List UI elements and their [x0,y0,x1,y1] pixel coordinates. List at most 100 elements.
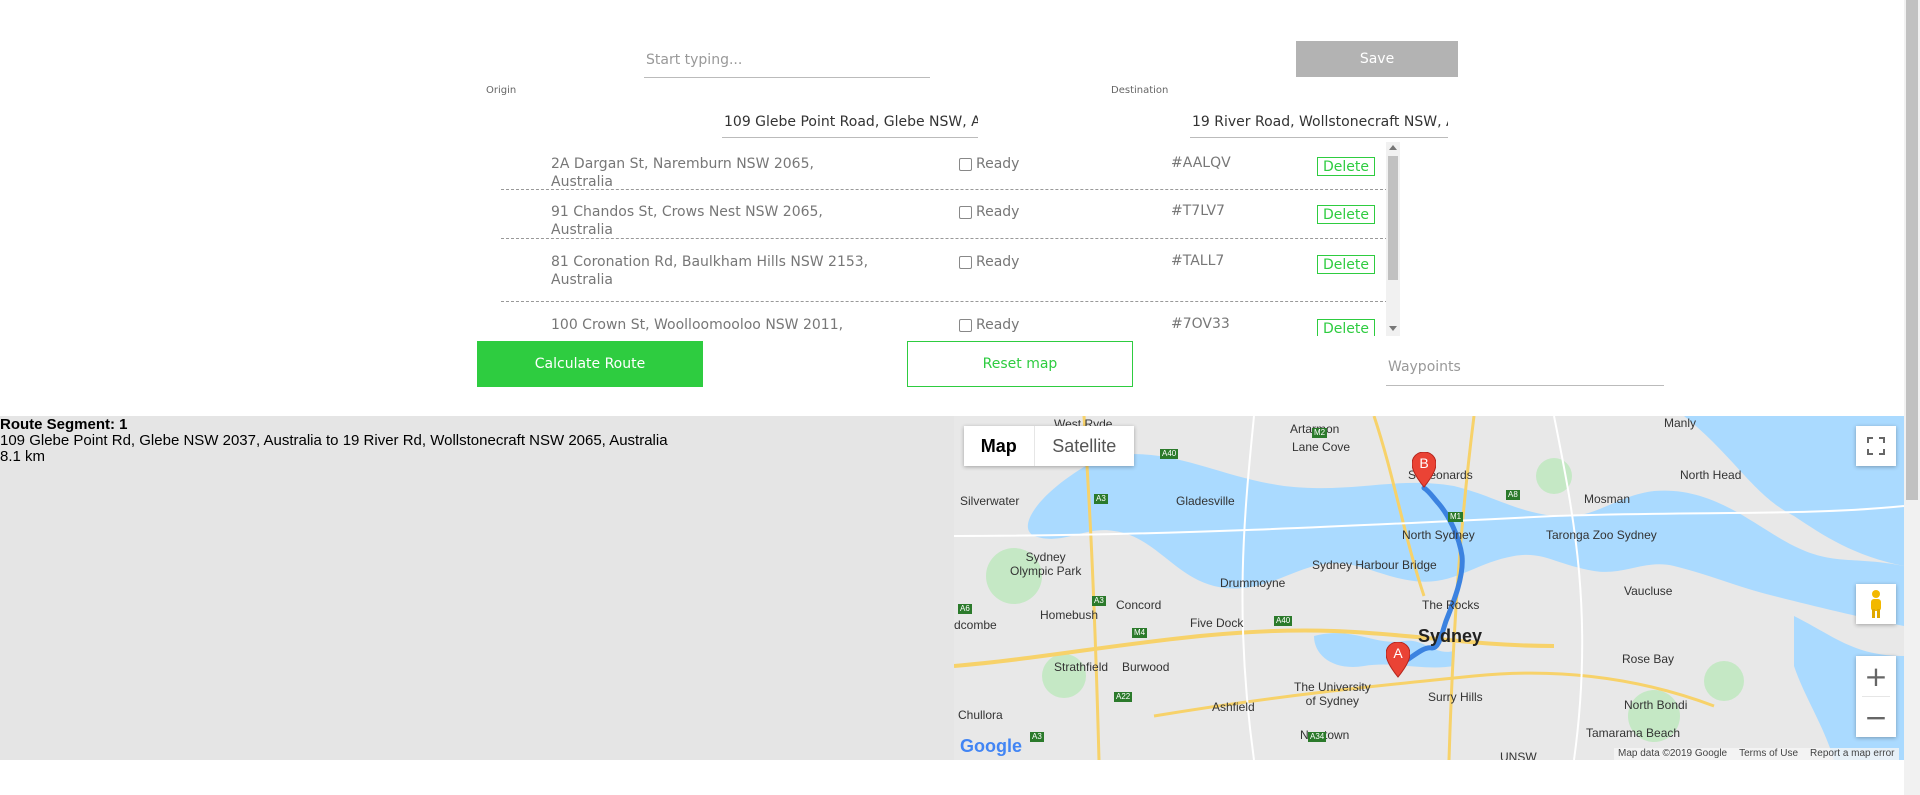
route-segment-title: Route Segment: 1 [0,416,128,433]
terms-link[interactable]: Terms of Use [1739,748,1798,760]
report-link[interactable]: Report a map error [1810,748,1894,760]
road-shield: A3 [1092,596,1106,606]
list-item: 2A Dargan St, Naremburn NSW 2065, Austra… [501,142,1393,190]
stops-list: 2A Dargan St, Naremburn NSW 2065, Austra… [501,142,1401,336]
ready-label: Ready [976,317,1020,333]
road-shield: A40 [1160,449,1179,459]
page-scroll-thumb[interactable] [1906,0,1918,500]
marker-a-label: A [1393,645,1403,661]
ready-checkbox[interactable]: Ready [959,156,1019,172]
route-description: 109 Glebe Point Rd, Glebe NSW 2037, Aust… [0,432,668,449]
checkbox-box[interactable] [959,318,972,332]
map-label: Homebush [1040,608,1099,622]
map-label: Lane Cove [1292,440,1351,454]
marker-b-label: B [1419,455,1429,471]
map-data-text: Map data ©2019 Google [1618,748,1728,759]
map-label: Burwood [1122,660,1170,674]
map-label: The Rocks [1422,598,1480,612]
ready-label: Ready [976,204,1020,220]
map-label: Manly [1664,416,1697,430]
street-view-button[interactable] [1856,584,1896,624]
map-label: Strathfield [1054,660,1109,674]
map-label: Taronga Zoo Sydney [1546,528,1657,542]
stop-address: 2A Dargan St, Naremburn NSW 2065, Austra… [551,156,814,190]
route-distance: 8.1 km [0,448,46,465]
google-logo[interactable]: Google [960,736,1022,757]
road-shield: M4 [1132,628,1148,638]
map-label: Rose Bay [1622,652,1675,666]
map-type-control: Map Satellite [964,426,1134,466]
road-shield: A8 [1506,490,1520,500]
map-footer: Map data ©2019 Google Terms of Use Repor… [1614,748,1899,760]
map-label: North Head [1680,468,1742,482]
origin-input[interactable] [722,112,978,138]
page-scrollbar[interactable] [1904,0,1920,795]
checkbox-box[interactable] [959,205,972,219]
calculate-route-button[interactable]: Calculate Route [477,341,703,387]
road-shield: A34 [1308,732,1327,742]
map-type-map-button[interactable]: Map [964,426,1034,466]
map-label: Gladesville [1176,494,1235,508]
list-scrollbar[interactable] [1386,142,1400,336]
reset-map-button[interactable]: Reset map [907,341,1133,387]
stop-address: 91 Chandos St, Crows Nest NSW 2065, Aust… [551,204,823,238]
pegman-icon [1871,590,1881,618]
road-shield: M1 [1448,512,1464,522]
road-shield: A22 [1114,692,1133,702]
map-label: Sydney Olympic Park [1010,550,1082,578]
map-label: Silverwater [960,494,1020,508]
map-label: Mosman [1584,492,1631,506]
road-shield: A6 [958,604,972,614]
ready-checkbox[interactable]: Ready [959,317,1019,333]
origin-label: Origin [486,85,517,96]
map[interactable]: West Ryde Artarmon Lane Cove St Leonards… [954,416,1904,760]
map-label: North Bondi [1624,698,1688,712]
checkbox-box[interactable] [959,255,972,269]
map-label: Chullora [958,708,1003,722]
destination-input[interactable] [1190,112,1448,138]
ready-checkbox[interactable]: Ready [959,204,1019,220]
checkbox-box[interactable] [959,157,972,171]
map-label: Tamarama Beach [1586,726,1681,740]
scroll-down-icon[interactable] [1389,326,1397,331]
road-shield: M2 [1312,428,1328,438]
stop-code: #AALQV [1171,155,1231,171]
delete-button[interactable]: Delete [1317,157,1375,176]
stop-address: 100 Crown St, Woolloomooloo NSW 2011, Au… [551,317,844,336]
ready-checkbox[interactable]: Ready [959,254,1019,270]
map-label: Concord [1116,598,1162,612]
list-item: 81 Coronation Rd, Baulkham Hills NSW 215… [501,239,1393,302]
route-panel: Route Segment: 1 109 Glebe Point Rd, Gle… [0,416,954,760]
map-label: UNSW [1500,750,1537,760]
zoom-control: + − [1856,656,1896,737]
park [1704,661,1744,701]
list-item: 91 Chandos St, Crows Nest NSW 2065, Aust… [501,190,1393,239]
stop-code: #TALL7 [1171,253,1225,269]
list-item: 100 Crown St, Woolloomooloo NSW 2011, Au… [501,302,1393,336]
fullscreen-button[interactable] [1856,426,1896,466]
save-button[interactable]: Save [1296,41,1458,77]
search-input[interactable] [644,48,930,78]
map-label: Five Dock [1190,616,1244,630]
delete-button[interactable]: Delete [1317,255,1375,274]
map-label: Sydney Harbour Bridge [1312,558,1437,572]
map-label: The University of Sydney [1294,680,1371,708]
ready-label: Ready [976,254,1020,270]
zoom-in-icon[interactable]: + [1856,656,1896,696]
ready-label: Ready [976,156,1020,172]
map-type-satellite-button[interactable]: Satellite [1033,426,1134,466]
stop-address: 81 Coronation Rd, Baulkham Hills NSW 215… [551,254,869,288]
stop-code: #7OV33 [1171,316,1230,332]
zoom-out-icon[interactable]: − [1856,697,1896,737]
destination-label: Destination [1111,85,1169,96]
map-label: Ashfield [1212,700,1255,714]
map-label: Drummoyne [1220,576,1286,590]
delete-button[interactable]: Delete [1317,319,1375,336]
delete-button[interactable]: Delete [1317,205,1375,224]
waypoints-input[interactable] [1386,354,1664,386]
map-label: North Sydney [1402,528,1475,542]
scroll-up-icon[interactable] [1389,145,1397,150]
road-shield: A3 [1030,732,1044,742]
scroll-thumb[interactable] [1388,156,1398,280]
road-shield: A3 [1094,494,1108,504]
